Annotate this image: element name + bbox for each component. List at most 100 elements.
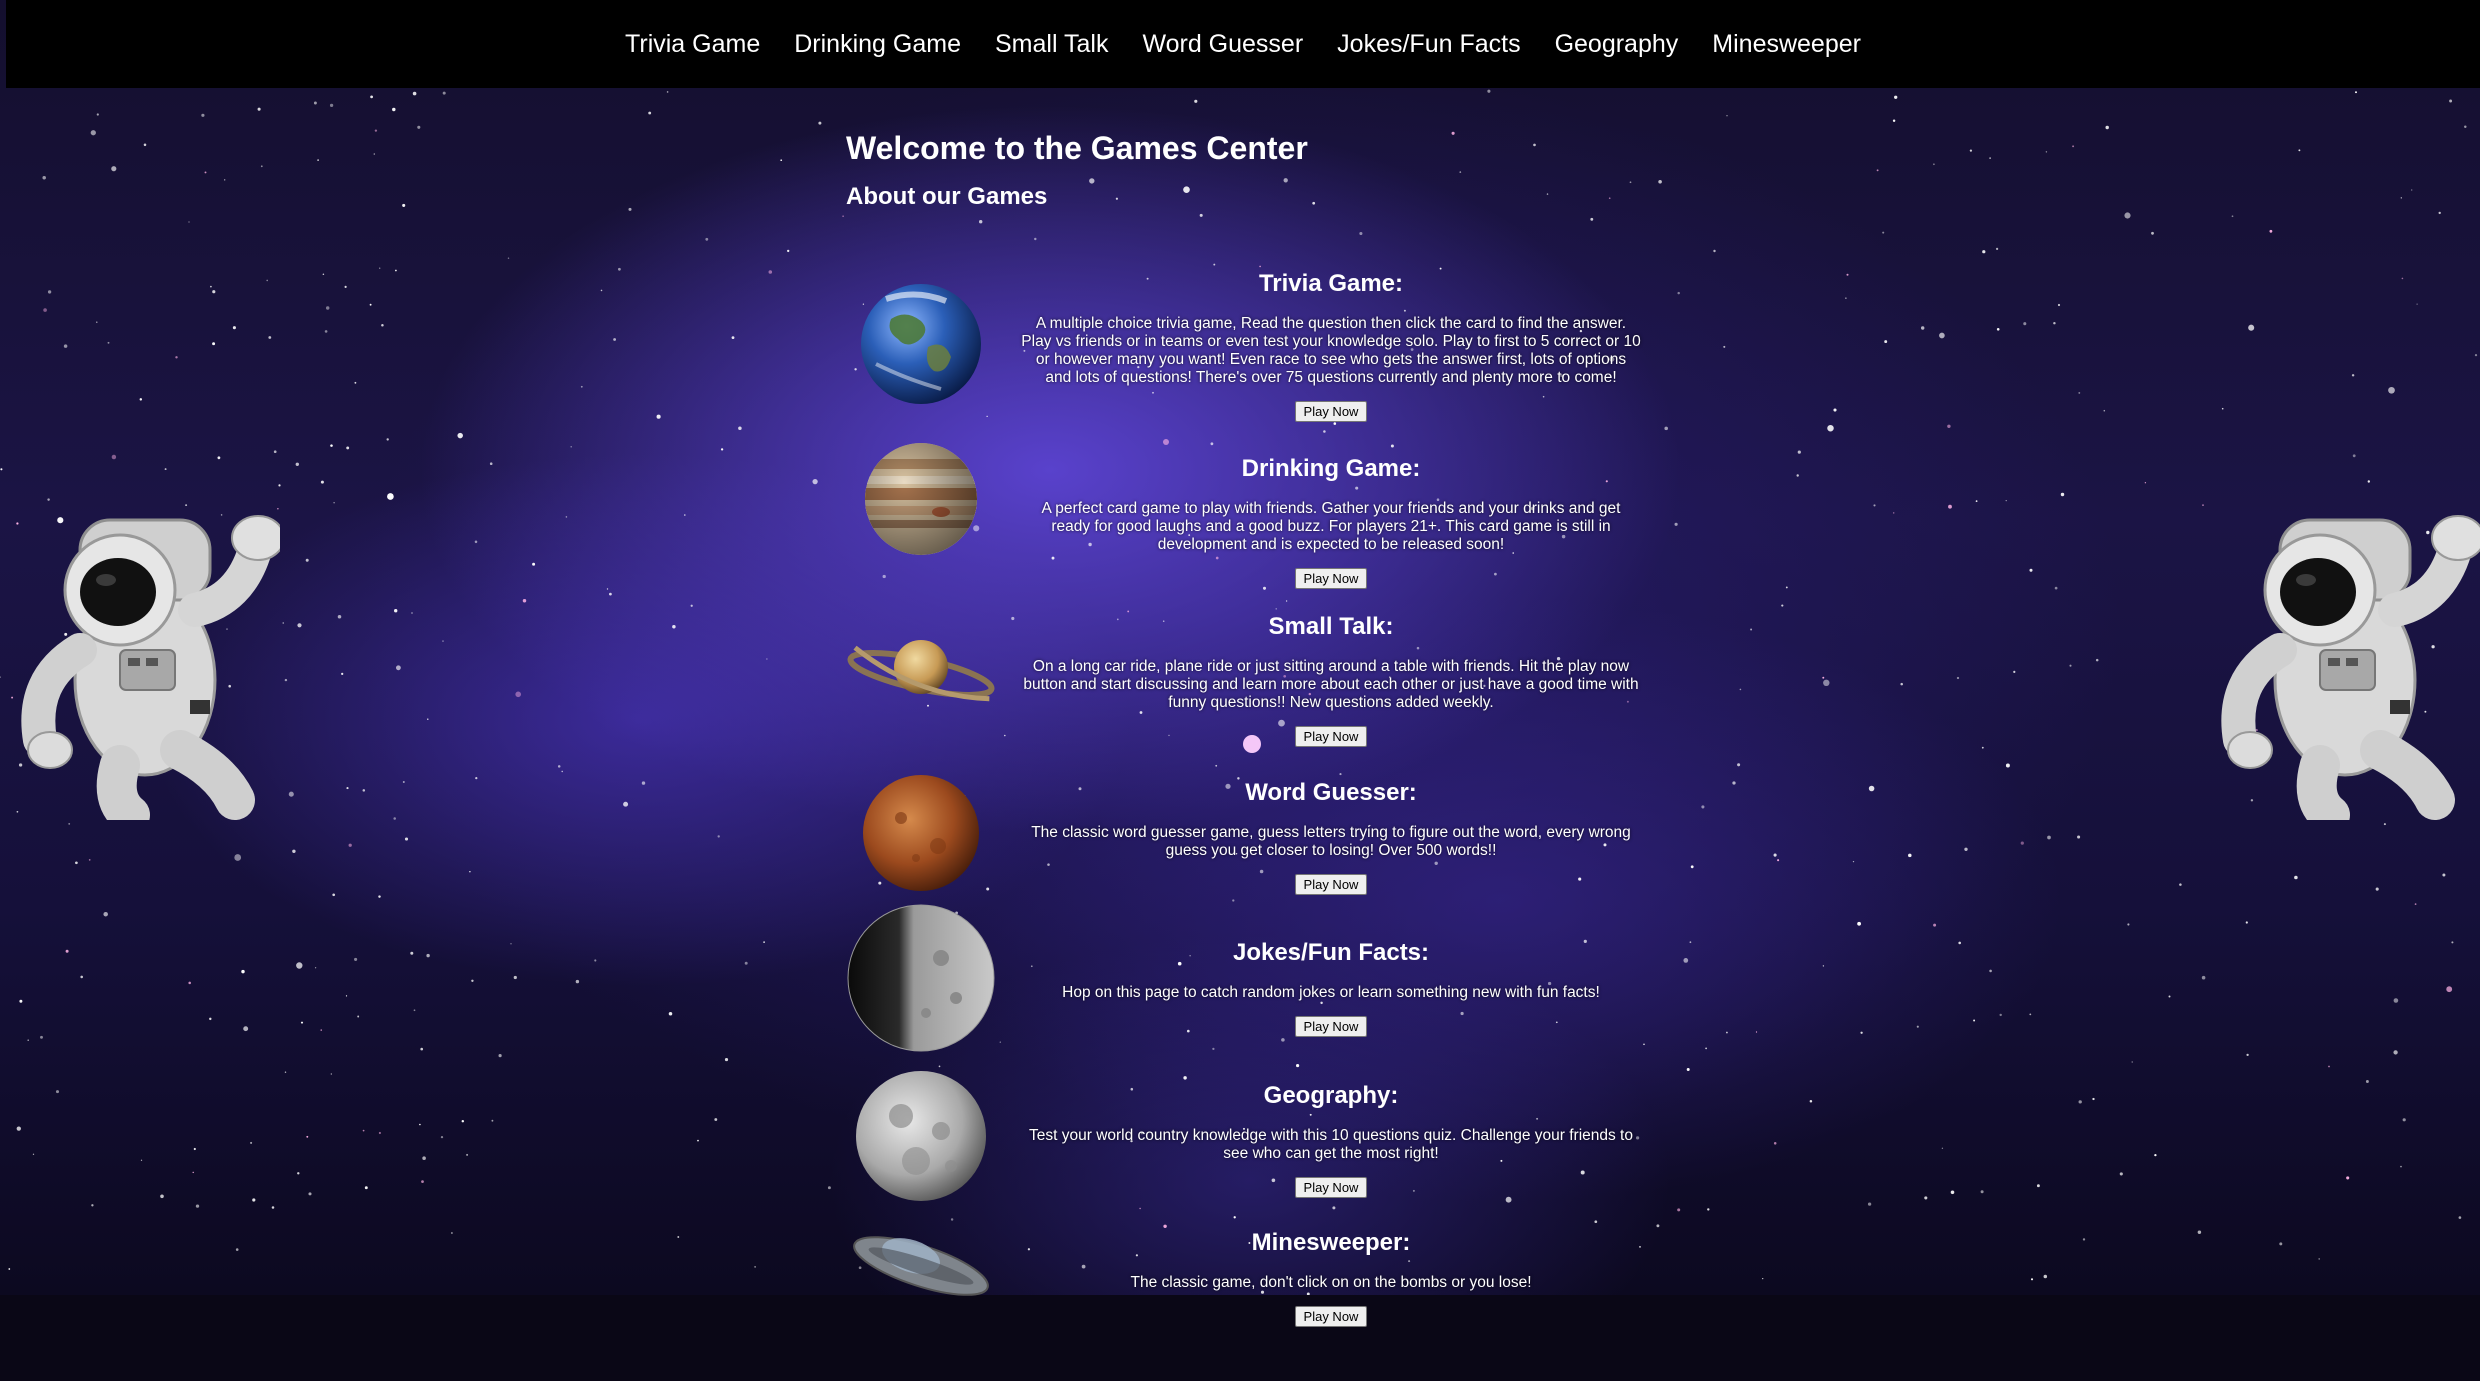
play-now-button-geography[interactable]: Play Now: [1294, 1177, 1368, 1198]
star: [684, 514, 686, 516]
star: [411, 612, 413, 614]
star: [2365, 1080, 2369, 1083]
star: [75, 861, 78, 865]
star: [2449, 99, 2453, 103]
nav-link-small-talk[interactable]: Small Talk: [995, 30, 1108, 59]
star: [42, 175, 46, 180]
play-now-button-jokes-fun-facts[interactable]: Play Now: [1294, 1016, 1368, 1037]
star: [292, 849, 296, 854]
star: [2053, 321, 2056, 325]
star: [1822, 965, 1825, 967]
star: [1737, 763, 1741, 767]
star: [91, 1204, 94, 1207]
star: [475, 776, 478, 780]
nav-link-trivia-game[interactable]: Trivia Game: [625, 30, 760, 59]
star: [1689, 941, 1692, 944]
star: [193, 1147, 196, 1151]
star: [1199, 213, 1203, 217]
star: [1846, 273, 1849, 276]
play-now-button-drinking[interactable]: Play Now: [1294, 568, 1368, 589]
star: [1857, 921, 1861, 926]
play-now-button-word-guesser[interactable]: Play Now: [1294, 874, 1368, 895]
nav-link-word-guesser[interactable]: Word Guesser: [1142, 30, 1303, 59]
star: [2352, 454, 2356, 458]
star: [1933, 923, 1937, 927]
star: [332, 893, 336, 897]
star: [1683, 958, 1689, 963]
star: [763, 941, 765, 943]
star: [474, 540, 478, 544]
nav-link-drinking-game[interactable]: Drinking Game: [794, 30, 961, 59]
star: [2082, 1238, 2086, 1241]
star: [288, 791, 294, 797]
star: [1390, 444, 1394, 448]
star: [1973, 1019, 1976, 1022]
play-now-button-small-talk[interactable]: Play Now: [1294, 726, 1368, 747]
mercury-planet-image: [847, 904, 995, 1052]
star: [392, 107, 396, 112]
star: [1296, 1064, 1300, 1068]
game-title: Jokes/Fun Facts:: [1232, 939, 1430, 966]
game-description: A multiple choice trivia game, Read the …: [1021, 315, 1641, 386]
star: [160, 1194, 164, 1199]
play-now-button-trivia[interactable]: Play Now: [1294, 401, 1368, 422]
play-now-button-minesweeper[interactable]: Play Now: [1294, 1306, 1368, 1327]
star: [306, 1135, 309, 1138]
star: [1003, 734, 1006, 737]
nav-link-minesweeper[interactable]: Minesweeper: [1712, 30, 1861, 59]
star: [284, 678, 288, 682]
star: [882, 574, 886, 579]
star: [297, 623, 302, 628]
star: [1739, 688, 1742, 691]
star: [2400, 1165, 2402, 1168]
game-info: Jokes/Fun Facts: Hop on this page to cat…: [1021, 938, 1641, 1037]
star: [175, 356, 178, 359]
star: [282, 622, 284, 624]
star: [0, 468, 3, 471]
star: [2464, 125, 2467, 128]
star: [322, 273, 325, 276]
star: [266, 279, 269, 282]
star: [410, 951, 414, 955]
star: [738, 426, 742, 431]
star: [373, 153, 376, 155]
star: [2393, 998, 2399, 1003]
nav-link-jokes-fun-facts[interactable]: Jokes/Fun Facts: [1337, 30, 1520, 59]
star: [1339, 773, 1342, 776]
star: [427, 718, 429, 720]
star: [618, 267, 621, 271]
game-description: The classic word guesser game, guess let…: [1031, 824, 1631, 859]
game-title: Minesweeper:: [1251, 1229, 1411, 1256]
star: [204, 171, 207, 174]
star: [641, 781, 646, 785]
star: [2013, 670, 2016, 674]
star: [1643, 1043, 1645, 1046]
star: [1701, 805, 1705, 809]
star: [690, 604, 693, 607]
star: [2442, 873, 2446, 877]
star: [2438, 211, 2441, 215]
astronaut-right-image: [2221, 515, 2480, 820]
star: [450, 1232, 453, 1234]
star: [1677, 291, 1680, 295]
star: [2124, 212, 2131, 219]
star: [234, 854, 242, 861]
game-description: Test your world country knowledge with t…: [1029, 1127, 1633, 1162]
star: [2054, 586, 2058, 590]
star: [419, 1123, 421, 1126]
nav-link-geography[interactable]: Geography: [1555, 30, 1679, 59]
star: [330, 1073, 332, 1075]
star: [609, 592, 612, 596]
star: [1921, 326, 1925, 330]
star: [628, 207, 632, 211]
star: [1034, 237, 1037, 241]
ufo-image: [853, 1236, 989, 1296]
star: [1996, 328, 2000, 331]
star: [1941, 1147, 1944, 1149]
star: [243, 1026, 249, 1032]
star: [2221, 407, 2224, 410]
astronaut-left-image: [21, 515, 280, 820]
star: [257, 107, 261, 111]
star: [96, 113, 99, 116]
star: [2346, 1176, 2350, 1180]
